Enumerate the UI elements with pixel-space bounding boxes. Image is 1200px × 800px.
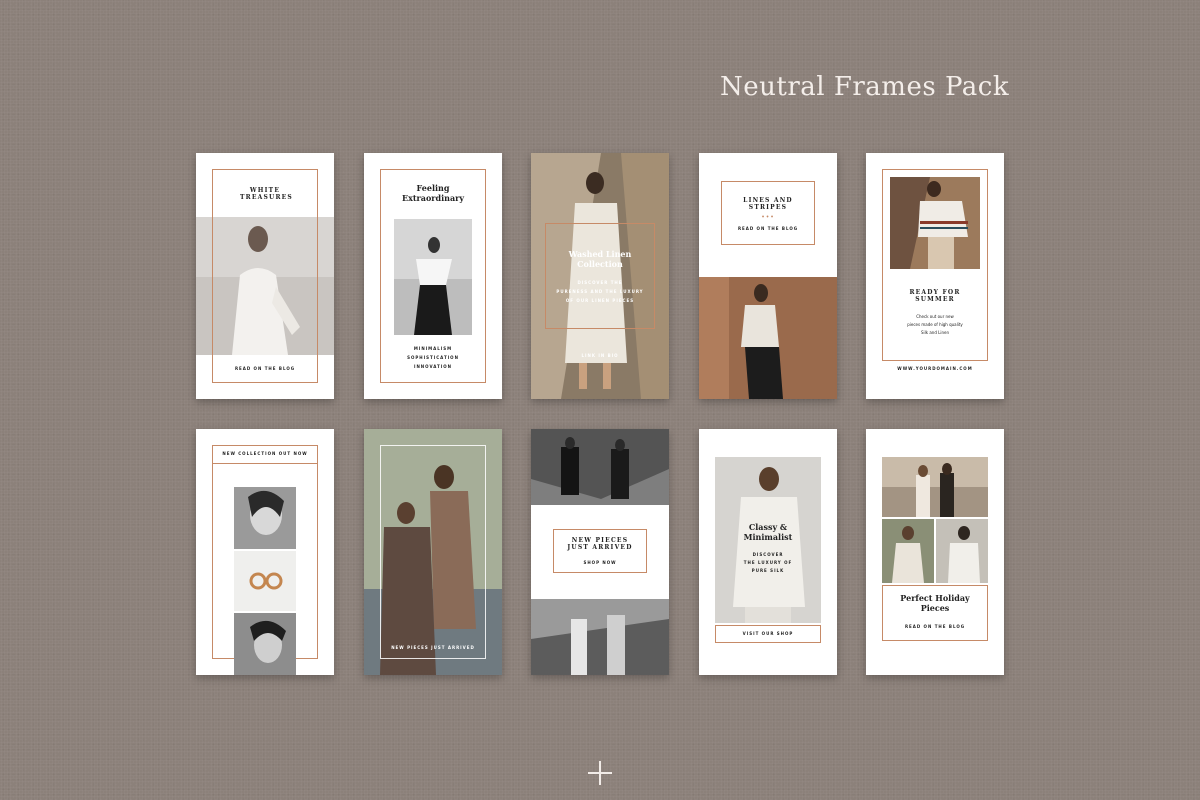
template-line: MINIMALISM [413, 346, 453, 351]
template-cta: READ ON THE BLOG [904, 624, 966, 629]
template-title: READY FOR SUMMER [909, 289, 961, 304]
template-cta: SHOP NOW [583, 560, 617, 565]
template-frame [721, 181, 815, 245]
template-title: Perfect Holiday Pieces [900, 593, 970, 613]
template-photo [234, 613, 296, 675]
template-photo [882, 457, 988, 517]
plus-icon [588, 761, 612, 785]
template-line: OF OUR LINEN PIECES [565, 298, 635, 303]
template-line: SOPHISTICATION [407, 355, 459, 360]
template-line: pieces made of high quality [907, 322, 963, 327]
template-frame [380, 445, 486, 659]
template-cta: WWW.YOURDOMAIN.COM [897, 366, 973, 371]
story-template-lines-stripes[interactable]: LINES AND STRIPES ••• READ ON THE BLOG [699, 153, 837, 399]
template-line: Silk and Linen [920, 330, 950, 335]
story-template-washed-linen[interactable]: Washed Linen Collection DISCOVER THE PUR… [531, 153, 669, 399]
pack-title: Neutral Frames Pack [720, 72, 1010, 102]
template-title: Washed Linen Collection [568, 249, 632, 269]
template-title: WHITE TREASURES [240, 187, 293, 202]
template-photo [890, 177, 980, 269]
story-template-new-collection[interactable]: NEW COLLECTION OUT NOW [196, 429, 334, 675]
template-line: DISCOVER THE [577, 280, 623, 285]
divider-dots: ••• [761, 214, 775, 221]
template-photo [394, 219, 472, 335]
template-cta: READ ON THE BLOG [737, 226, 799, 231]
template-photo [936, 519, 988, 583]
template-cta: LINK IN BIO [581, 353, 619, 358]
template-title: Classy & Minimalist [743, 522, 793, 542]
template-cta: NEW PIECES JUST ARRIVED [391, 645, 475, 650]
template-line: PURENESS AND THE LUXURY [556, 289, 644, 294]
story-template-classy-minimalist[interactable]: Classy & Minimalist DISCOVER THE LUXURY … [699, 429, 837, 675]
template-line: INNOVATION [413, 364, 453, 369]
template-title: NEW COLLECTION OUT NOW [222, 451, 308, 456]
template-title: LINES AND STRIPES [743, 197, 793, 212]
story-template-new-pieces[interactable]: NEW PIECES JUST ARRIVED SHOP NOW [531, 429, 669, 675]
template-photo [699, 277, 837, 399]
story-template-couple[interactable]: NEW PIECES JUST ARRIVED [364, 429, 502, 675]
template-title: NEW PIECES JUST ARRIVED [567, 537, 633, 552]
template-line: Check out our new [916, 314, 954, 319]
template-photo [531, 429, 669, 505]
template-photo [234, 487, 296, 549]
story-template-perfect-holiday[interactable]: Perfect Holiday Pieces READ ON THE BLOG [866, 429, 1004, 675]
template-photo [234, 551, 296, 611]
template-cta: VISIT OUR SHOP [742, 631, 794, 636]
divider-line [212, 463, 318, 464]
template-photo [882, 519, 934, 583]
template-frame [545, 223, 655, 329]
template-cta: READ ON THE BLOG [234, 366, 296, 371]
story-template-ready-summer[interactable]: READY FOR SUMMER Check out our new piece… [866, 153, 1004, 399]
template-title: Feeling Extraordinary [401, 183, 464, 203]
template-photo [531, 599, 669, 675]
story-template-white-treasures[interactable]: WHITE TREASURES READ ON THE BLOG [196, 153, 334, 399]
template-line: PURE SILK [751, 568, 785, 573]
story-template-feeling-extraordinary[interactable]: Feeling Extraordinary MINIMALISM SOPHIST… [364, 153, 502, 399]
template-line: THE LUXURY OF [743, 560, 793, 565]
template-line: DISCOVER [752, 552, 784, 557]
